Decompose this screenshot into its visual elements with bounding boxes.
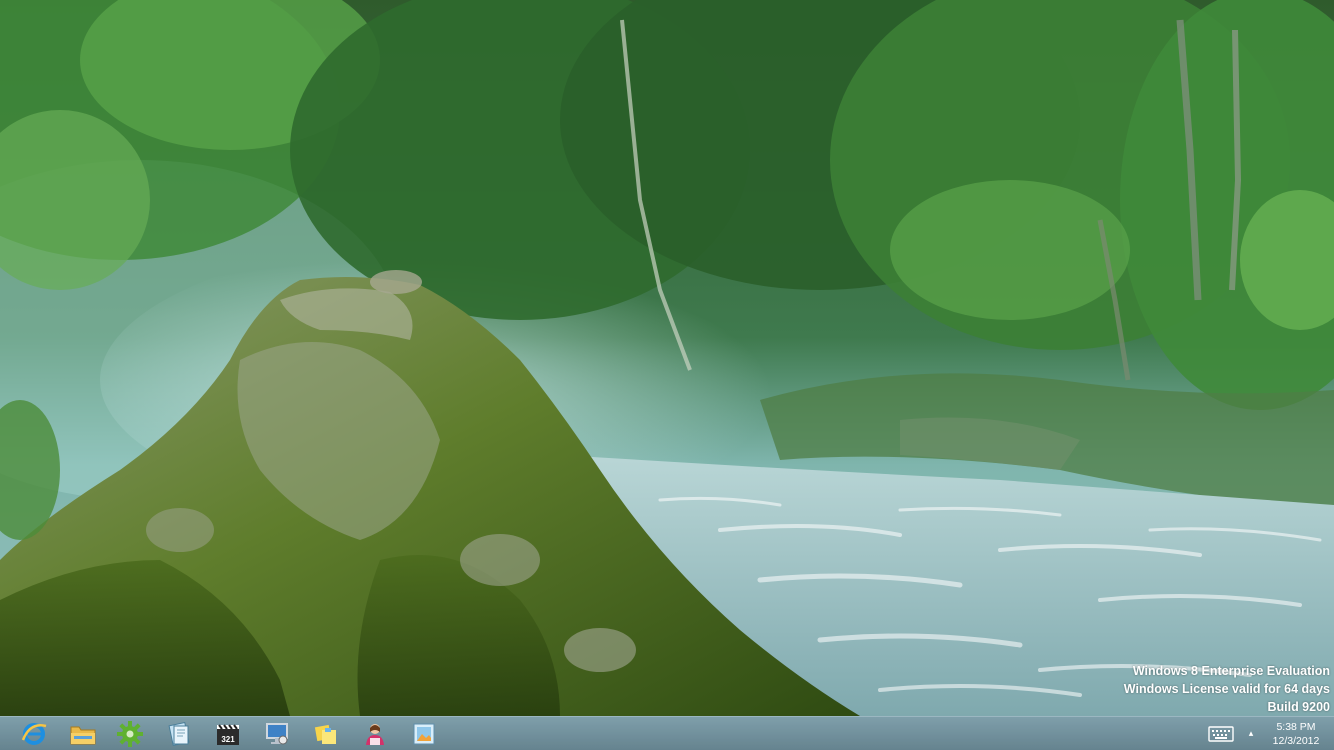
taskbar-user-app[interactable] [357,719,393,749]
watermark-license: Windows License valid for 64 days [1123,682,1330,696]
taskbar-picture-app[interactable] [406,719,442,749]
taskbar-media-app[interactable]: 321 [210,719,246,749]
clapperboard-label: 321 [221,735,235,744]
wallpaper [0,0,1334,750]
watermark-build: Build 9200 [1267,700,1330,714]
taskbar-notes-app[interactable] [161,719,197,749]
desktop[interactable]: Windows 8 Enterprise Evaluation Windows … [0,0,1334,750]
windows-evaluation-watermark: Windows 8 Enterprise Evaluation Windows … [1124,662,1330,716]
monitor-icon [266,723,288,745]
keyboard-icon [1208,726,1234,742]
gear-icon [117,721,143,747]
taskbar-internet-explorer[interactable] [16,719,52,749]
folder-icon [70,726,96,745]
taskbar-sticky-notes[interactable] [308,719,344,749]
picture-icon [413,723,435,745]
touch-keyboard-button[interactable] [1206,723,1236,745]
show-hidden-icons-button[interactable]: ▴ [1244,726,1258,740]
taskbar-clock[interactable]: 5:38 PM 12/3/2012 [1262,719,1330,750]
clock-date: 12/3/2012 [1272,735,1320,747]
clock-time: 5:38 PM [1276,721,1316,733]
user-icon [366,724,384,745]
sticky-notes-icon [314,724,336,744]
watermark-edition: Windows 8 Enterprise Evaluation [1132,664,1330,678]
notepad-icon [168,721,190,747]
taskbar-settings-app[interactable] [112,719,148,749]
taskbar-file-explorer[interactable] [65,719,101,749]
taskbar-remote-desktop[interactable] [259,719,295,749]
ie-icon [21,723,47,745]
clapperboard-icon: 321 [217,724,239,745]
taskbar: 321 ▴ 5:38 PM 12/3/2012 [0,716,1334,750]
